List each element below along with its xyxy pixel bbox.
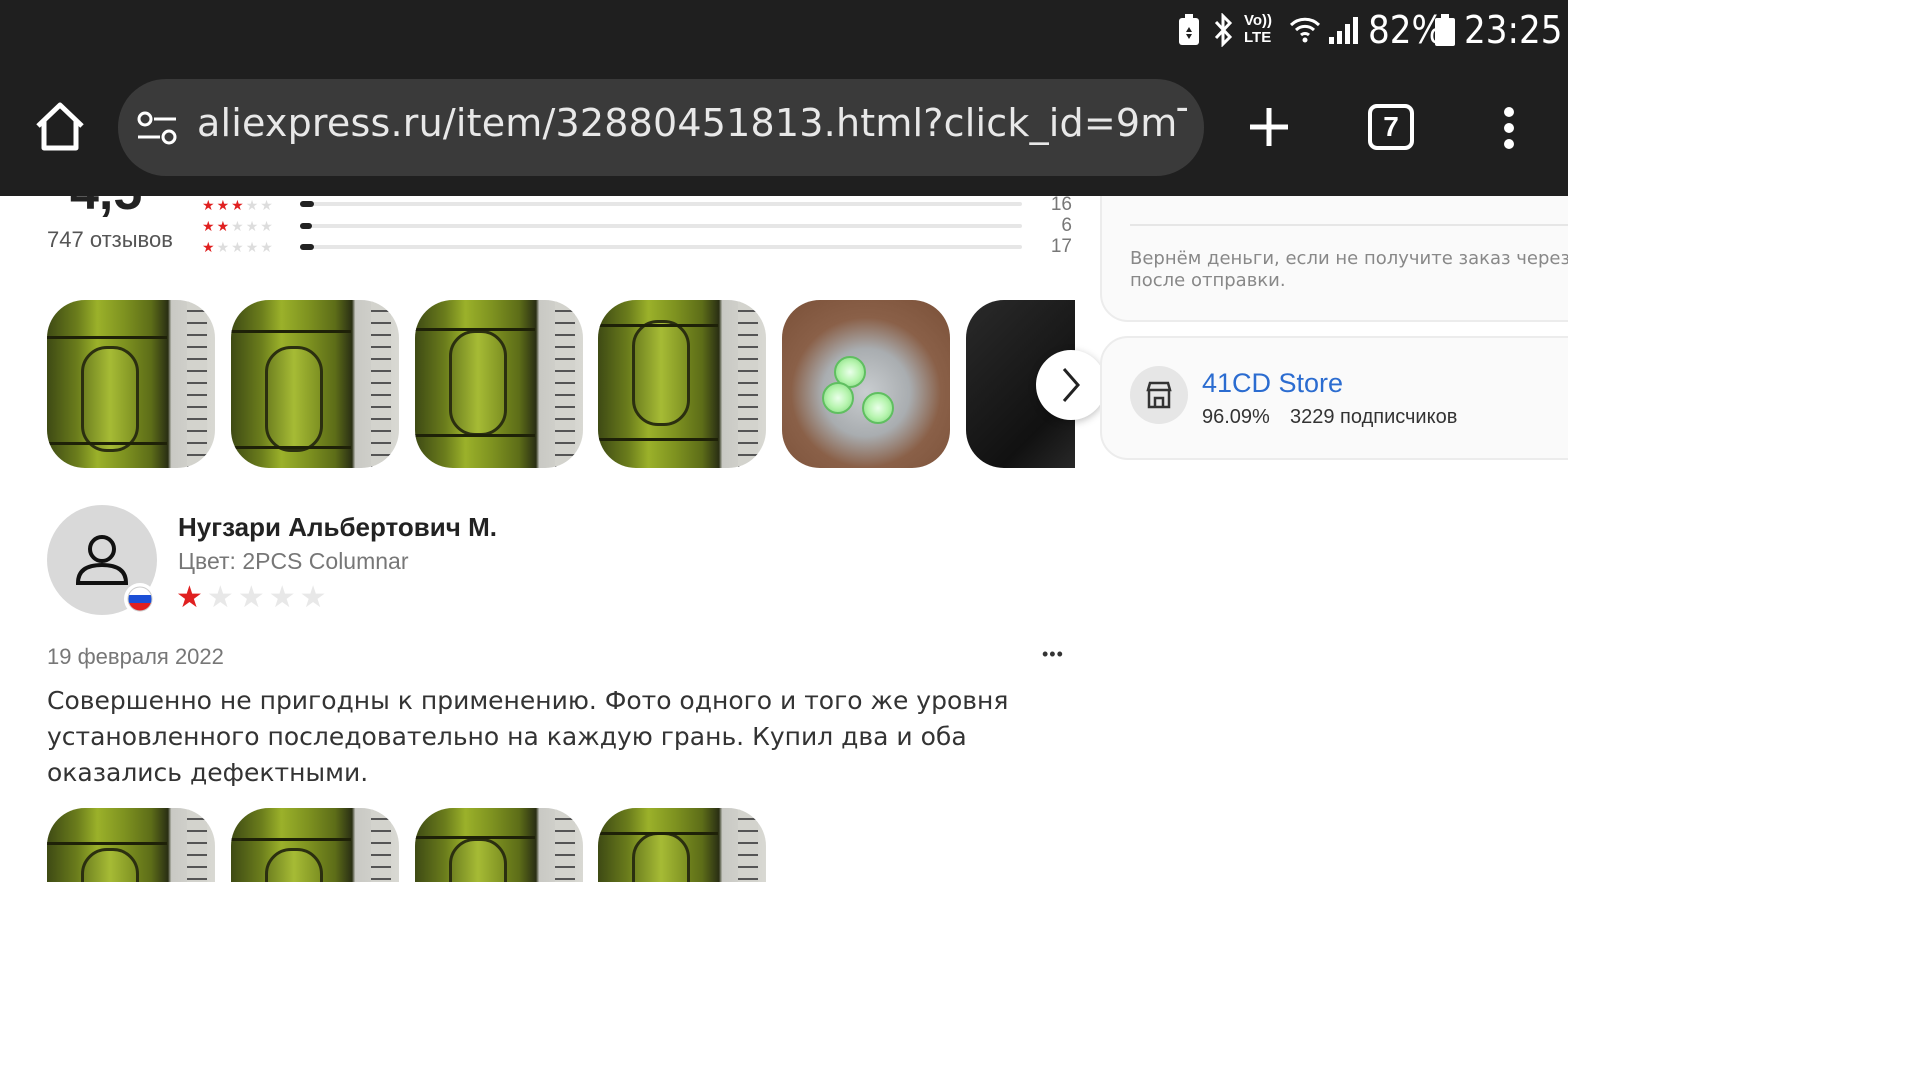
plus-icon bbox=[1250, 108, 1288, 146]
flag-badge bbox=[124, 583, 156, 615]
wifi-icon bbox=[1288, 12, 1322, 48]
site-settings-icon bbox=[137, 111, 177, 145]
home-icon bbox=[36, 102, 84, 151]
review-photo[interactable] bbox=[231, 300, 399, 468]
review-photo[interactable] bbox=[782, 300, 950, 468]
review-more-button[interactable]: ••• bbox=[1042, 644, 1064, 665]
battery-percent: 82% bbox=[1368, 8, 1444, 52]
russia-flag-icon bbox=[127, 586, 153, 612]
store-card[interactable]: 41CD Store 96.09% 3229 подписчиков bbox=[1100, 336, 1568, 460]
review-rating: ★ ★ ★ ★ ★ bbox=[176, 581, 327, 614]
url-text[interactable]: aliexpress.ru/item/32880451813.html?clic… bbox=[197, 101, 1187, 145]
menu-button[interactable] bbox=[1494, 104, 1524, 152]
review-photo[interactable] bbox=[47, 808, 215, 882]
review-photo[interactable] bbox=[415, 808, 583, 882]
review-text-line: оказались дефектными. bbox=[47, 758, 369, 787]
gallery-next-button[interactable] bbox=[1036, 350, 1106, 420]
review-variant: Цвет: 2PCS Columnar bbox=[178, 548, 409, 574]
review-text-line: Совершенно не пригодны к применению. Фот… bbox=[47, 686, 1009, 715]
store-rating: 96.09% bbox=[1202, 406, 1270, 428]
review-photo[interactable] bbox=[47, 300, 215, 468]
review-text-line: установленного последовательно на каждую… bbox=[47, 722, 967, 751]
tab-switcher-button[interactable]: 7 bbox=[1368, 104, 1414, 150]
review-photo[interactable] bbox=[598, 300, 766, 468]
chevron-right-icon bbox=[1062, 368, 1080, 402]
clock: 23:25 bbox=[1464, 8, 1563, 52]
review-photo[interactable] bbox=[598, 808, 766, 882]
review-photo[interactable] bbox=[415, 300, 583, 468]
battery-saver-icon bbox=[1176, 12, 1202, 48]
delivery-guarantee-card: Вернём деньги, если не получите заказ че… bbox=[1100, 196, 1568, 322]
refund-text-line: после отправки. bbox=[1130, 270, 1286, 291]
store-followers: 3229 подписчиков bbox=[1290, 406, 1458, 428]
review-photo[interactable] bbox=[231, 808, 399, 882]
site-settings-button[interactable] bbox=[136, 108, 180, 148]
store-icon bbox=[1146, 381, 1172, 409]
bluetooth-icon bbox=[1210, 12, 1236, 48]
divider bbox=[1130, 224, 1568, 226]
home-button[interactable] bbox=[30, 98, 90, 158]
status-bar: Vo)) LTE 82% 23:25 bbox=[0, 0, 1568, 62]
review-date: 19 февраля 2022 bbox=[47, 644, 224, 669]
new-tab-button[interactable] bbox=[1244, 102, 1294, 152]
refund-text: Вернём деньги, если не получите заказ че… bbox=[1130, 248, 1568, 292]
review-text: Совершенно не пригодны к применению. Фот… bbox=[47, 683, 1008, 791]
store-name[interactable]: 41CD Store bbox=[1202, 368, 1343, 399]
volte-icon: Vo)) LTE bbox=[1244, 12, 1278, 46]
battery-icon bbox=[1434, 12, 1456, 48]
volte-label: Vo)) bbox=[1244, 12, 1273, 29]
more-vert-icon bbox=[1504, 107, 1514, 149]
store-avatar bbox=[1130, 366, 1188, 424]
review-author: Нугзари Альбертович М. bbox=[178, 512, 497, 542]
signal-icon bbox=[1326, 12, 1362, 48]
refund-text-line: Вернём деньги, если не получите заказ че… bbox=[1130, 248, 1568, 269]
lte-label: LTE bbox=[1244, 29, 1272, 46]
page-content: 4,5 747 отзывов ★★★★★ 16 ★★★★★ 6 ★★★★★ 1… bbox=[0, 196, 1568, 882]
